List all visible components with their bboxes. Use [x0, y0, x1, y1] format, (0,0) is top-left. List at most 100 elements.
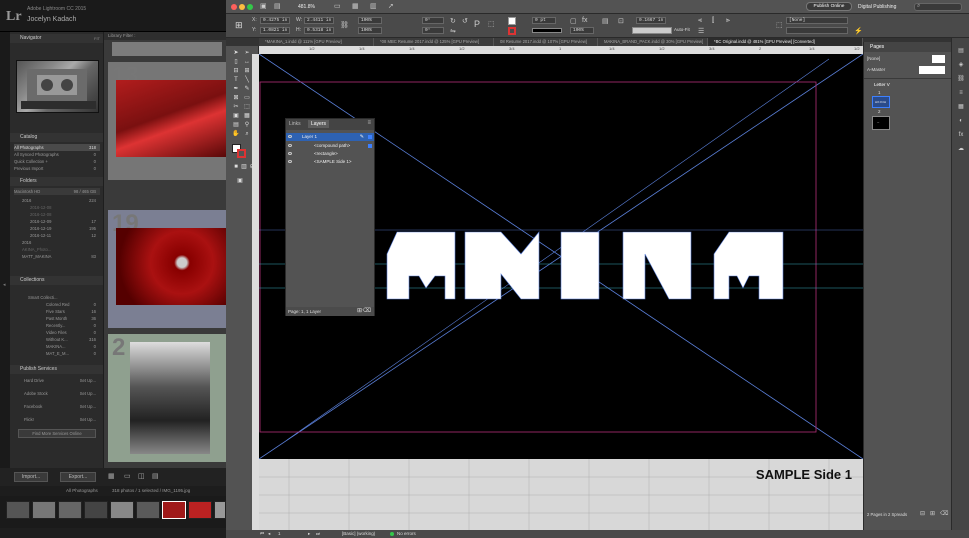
filmstrip-thumb[interactable]: [58, 501, 82, 519]
document-tab[interactable]: MAKINA_BRAND_PACK.indd @ 30% [GPU Previe…: [598, 38, 708, 46]
gradient-swatch-tool-icon[interactable]: ▣: [232, 113, 240, 120]
volume-row[interactable]: Macintosh HD 98 / 465 GB: [14, 188, 100, 195]
scale-x-field[interactable]: 100%: [358, 17, 382, 24]
rectangle-frame-tool-icon[interactable]: ⊠: [232, 95, 240, 102]
maximize-window-button[interactable]: [247, 4, 253, 10]
panel-menu-icon[interactable]: ≡: [367, 120, 371, 126]
collection-item[interactable]: MAKINA... 0: [14, 343, 100, 350]
prev-page-icon[interactable]: ◂: [268, 530, 270, 538]
line-tool-icon[interactable]: ╲: [243, 77, 251, 84]
scale-y-field[interactable]: 100%: [358, 27, 382, 34]
layer-row[interactable]: <compound path>: [286, 142, 374, 150]
screen-mode-icon[interactable]: ▦: [352, 2, 359, 10]
rectangle-tool-icon[interactable]: ▭: [243, 95, 251, 102]
pasteboard[interactable]: SAMPLE Side 1: [259, 459, 863, 530]
filmstrip-thumb[interactable]: [136, 501, 160, 519]
none-master-thumb[interactable]: [932, 55, 945, 63]
type-tool-icon[interactable]: T: [232, 77, 240, 84]
swatches-panel-icon[interactable]: ▦: [957, 104, 965, 110]
apply-gradient-icon[interactable]: ▥: [240, 164, 248, 171]
pages-panel-icon[interactable]: ▤: [957, 48, 965, 54]
zoom-level[interactable]: 481.8%: [298, 4, 315, 10]
navigator-zoom-fit[interactable]: FIT: [94, 34, 100, 43]
filmstrip-thumb[interactable]: [188, 501, 212, 519]
hand-tool-icon[interactable]: ✋: [232, 131, 240, 138]
catalog-item[interactable]: Previous Import 0: [14, 165, 100, 172]
search-field[interactable]: ⌕: [914, 3, 962, 11]
select-container-icon[interactable]: ⬚: [488, 20, 495, 28]
compare-view-icon[interactable]: ◫: [138, 472, 145, 480]
auto-fit-checkbox[interactable]: Auto-Fit: [674, 27, 690, 32]
filmstrip-thumb[interactable]: [110, 501, 134, 519]
close-window-button[interactable]: [231, 4, 237, 10]
width-field[interactable]: 2.4411 in: [304, 17, 334, 24]
folder-item[interactable]: 2016 224: [14, 197, 100, 204]
folder-item[interactable]: 2016-12-09 17: [14, 218, 100, 225]
filmstrip-thumb[interactable]: [214, 501, 226, 519]
stroke-panel-icon[interactable]: ≡: [957, 90, 965, 96]
paragraph-style-dropdown[interactable]: [786, 27, 848, 34]
object-style-dropdown[interactable]: [None]: [786, 17, 848, 24]
first-page-icon[interactable]: ⏮: [260, 530, 264, 538]
layers-panel-icon[interactable]: ◈: [957, 62, 965, 68]
next-page-icon[interactable]: ▸: [308, 530, 310, 538]
preflight-profile[interactable]: [Basic] (working): [342, 530, 375, 538]
reference-point-icon[interactable]: ⊞: [235, 20, 243, 31]
red-car-badge-photo[interactable]: [116, 228, 226, 305]
catalog-item[interactable]: All Synced Photographs 0: [14, 151, 100, 158]
cc-libraries-icon[interactable]: ☁: [957, 146, 965, 152]
height-field[interactable]: 0.5318 in: [304, 27, 334, 34]
align-right-icon[interactable]: ⫸: [726, 17, 730, 25]
object-style-icon[interactable]: ⬚: [776, 21, 783, 29]
collection-item[interactable]: Past Month 36: [14, 315, 100, 322]
grid-view-icon[interactable]: ▦: [108, 472, 115, 480]
motorcycle-photo[interactable]: [130, 342, 210, 454]
publish-service-item[interactable]: Hard Drive Set Up...: [14, 377, 100, 386]
collection-item[interactable]: Smart Collecti...: [14, 294, 100, 301]
survey-view-icon[interactable]: ▤: [152, 472, 159, 480]
stroke-weight-field[interactable]: 0 pt: [532, 17, 556, 24]
eyedropper-tool-icon[interactable]: ⚲: [243, 122, 251, 129]
filmstrip-thumb[interactable]: [84, 501, 108, 519]
publish-service-item[interactable]: Flickr Set Up...: [14, 416, 100, 425]
effects-icon[interactable]: fx: [582, 17, 587, 24]
page-tool-icon[interactable]: ▯: [232, 59, 240, 66]
delete-page-icon[interactable]: ⌫: [940, 510, 948, 517]
send-icon[interactable]: ➚: [388, 2, 394, 10]
fill-swatch[interactable]: [508, 17, 516, 25]
library-filter-bar[interactable]: Library Filter :: [104, 32, 226, 40]
folder-item[interactable]: 2016-12-11 12: [14, 232, 100, 239]
page-thumb-1[interactable]: AKINA: [872, 96, 890, 108]
arrange-documents-icon[interactable]: ▥: [370, 2, 377, 10]
direct-selection-tool-icon[interactable]: ➢: [243, 50, 251, 57]
flip-horizontal-icon[interactable]: ⇋: [450, 27, 456, 35]
catalog-item[interactable]: All Photographs 318: [14, 144, 100, 151]
document-tab[interactable]: *MAKINA_1.indd @ 111% [GPU Preview]: [259, 38, 374, 46]
fitting-dropdown[interactable]: [632, 27, 672, 34]
visibility-eye-icon[interactable]: [288, 160, 292, 163]
scissors-tool-icon[interactable]: ✂: [232, 104, 240, 111]
view-options-icon[interactable]: ▭: [334, 2, 341, 10]
tab-links[interactable]: Links: [289, 121, 301, 127]
visibility-eye-icon[interactable]: [288, 135, 292, 138]
free-transform-tool-icon[interactable]: ⬚: [243, 104, 251, 111]
page-thumb-2[interactable]: ~: [872, 116, 890, 130]
setup-link[interactable]: Set Up...: [80, 390, 96, 397]
quick-apply-icon[interactable]: ⚡: [854, 27, 863, 35]
opacity-field[interactable]: 100%: [570, 27, 594, 34]
collection-item[interactable]: Five Stars 16: [14, 308, 100, 315]
new-layer-icon[interactable]: ⊞: [357, 307, 362, 316]
pen-tool-icon[interactable]: ✒: [232, 86, 240, 93]
gap-tool-icon[interactable]: ↔: [243, 59, 251, 66]
loupe-view-icon[interactable]: ▭: [124, 472, 131, 480]
catalog-header[interactable]: Catalog: [10, 133, 103, 142]
links-panel-icon[interactable]: ⛓: [957, 76, 965, 82]
collapse-arrow-icon[interactable]: ◂: [3, 282, 6, 288]
selection-square-icon[interactable]: [368, 144, 372, 148]
publish-service-item[interactable]: Facebook Set Up...: [14, 403, 100, 412]
catalog-item[interactable]: Quick Collection + 0: [14, 158, 100, 165]
import-button[interactable]: Import...: [14, 472, 48, 482]
effects-panel-icon[interactable]: fx: [957, 132, 965, 138]
filmstrip-thumb[interactable]: [32, 501, 56, 519]
minimize-window-button[interactable]: [239, 4, 245, 10]
